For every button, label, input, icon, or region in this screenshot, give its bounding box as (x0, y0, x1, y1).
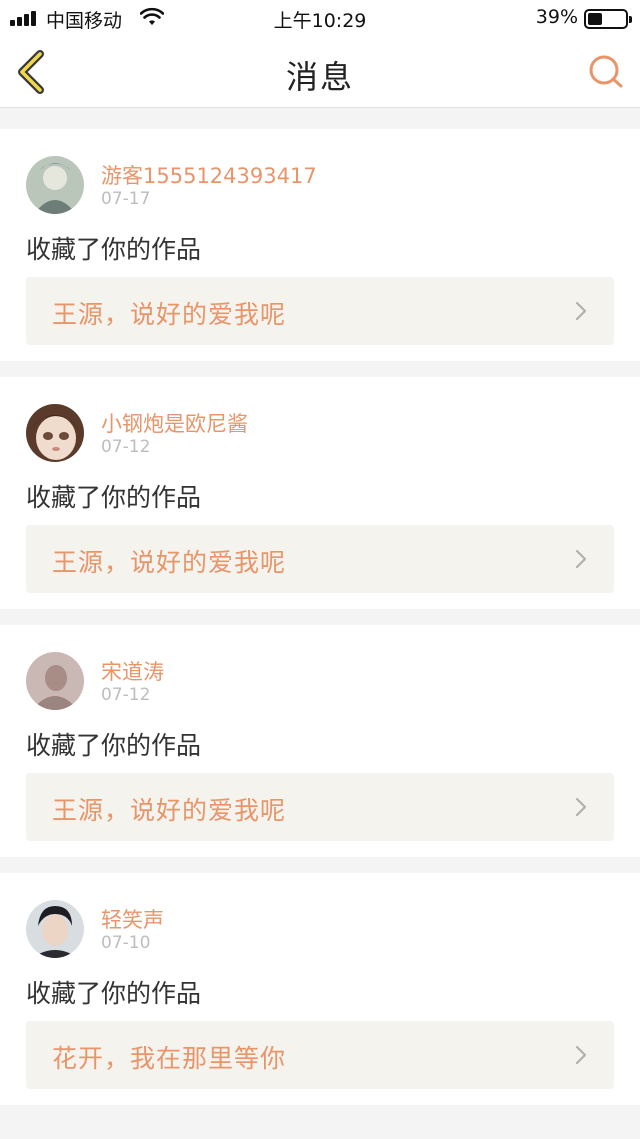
message-date: 07-12 (101, 437, 151, 457)
avatar[interactable] (26, 652, 84, 710)
chevron-right-icon (575, 301, 587, 321)
message-list: 游客1555124393417 07-17 收藏了你的作品 王源，说好的爱我呢 … (0, 129, 640, 1121)
work-link[interactable]: 王源，说好的爱我呢 (26, 525, 614, 593)
action-text: 收藏了你的作品 (26, 483, 202, 512)
work-title: 王源，说好的爱我呢 (52, 300, 287, 329)
chevron-right-icon (575, 1045, 587, 1065)
message-date: 07-10 (101, 933, 151, 953)
work-link[interactable]: 花开，我在那里等你 (26, 1021, 614, 1089)
message-card: 游客1555124393417 07-17 收藏了你的作品 王源，说好的爱我呢 (0, 129, 640, 361)
message-card: 宋道涛 07-12 收藏了你的作品 王源，说好的爱我呢 (0, 625, 640, 857)
nav-bar: 消息 (0, 36, 640, 108)
avatar[interactable] (26, 404, 84, 462)
work-title: 王源，说好的爱我呢 (52, 548, 287, 577)
battery-percent: 39% (535, 6, 578, 28)
work-title: 王源，说好的爱我呢 (52, 796, 287, 825)
chevron-right-icon (575, 549, 587, 569)
work-link[interactable]: 王源，说好的爱我呢 (26, 773, 614, 841)
chevron-right-icon (575, 797, 587, 817)
work-title: 花开，我在那里等你 (52, 1044, 287, 1073)
battery-icon (584, 9, 632, 29)
status-bar: 中国移动 上午10:29 39% (0, 0, 640, 36)
username[interactable]: 轻笑声 (101, 904, 164, 934)
message-card: 轻笑声 07-10 收藏了你的作品 花开，我在那里等你 (0, 873, 640, 1105)
avatar[interactable] (26, 900, 84, 958)
username[interactable]: 小钢炮是欧尼酱 (101, 408, 248, 438)
message-date: 07-17 (101, 189, 151, 209)
avatar[interactable] (26, 156, 84, 214)
work-link[interactable]: 王源，说好的爱我呢 (26, 277, 614, 345)
battery-fill (588, 13, 603, 25)
action-text: 收藏了你的作品 (26, 979, 202, 1008)
username[interactable]: 游客1555124393417 (101, 160, 317, 190)
action-text: 收藏了你的作品 (26, 731, 202, 760)
message-date: 07-12 (101, 685, 151, 705)
action-text: 收藏了你的作品 (26, 235, 202, 264)
search-icon[interactable] (586, 52, 626, 92)
username[interactable]: 宋道涛 (101, 656, 164, 686)
message-card: 小钢炮是欧尼酱 07-12 收藏了你的作品 王源，说好的爱我呢 (0, 377, 640, 609)
page-title: 消息 (285, 58, 354, 96)
